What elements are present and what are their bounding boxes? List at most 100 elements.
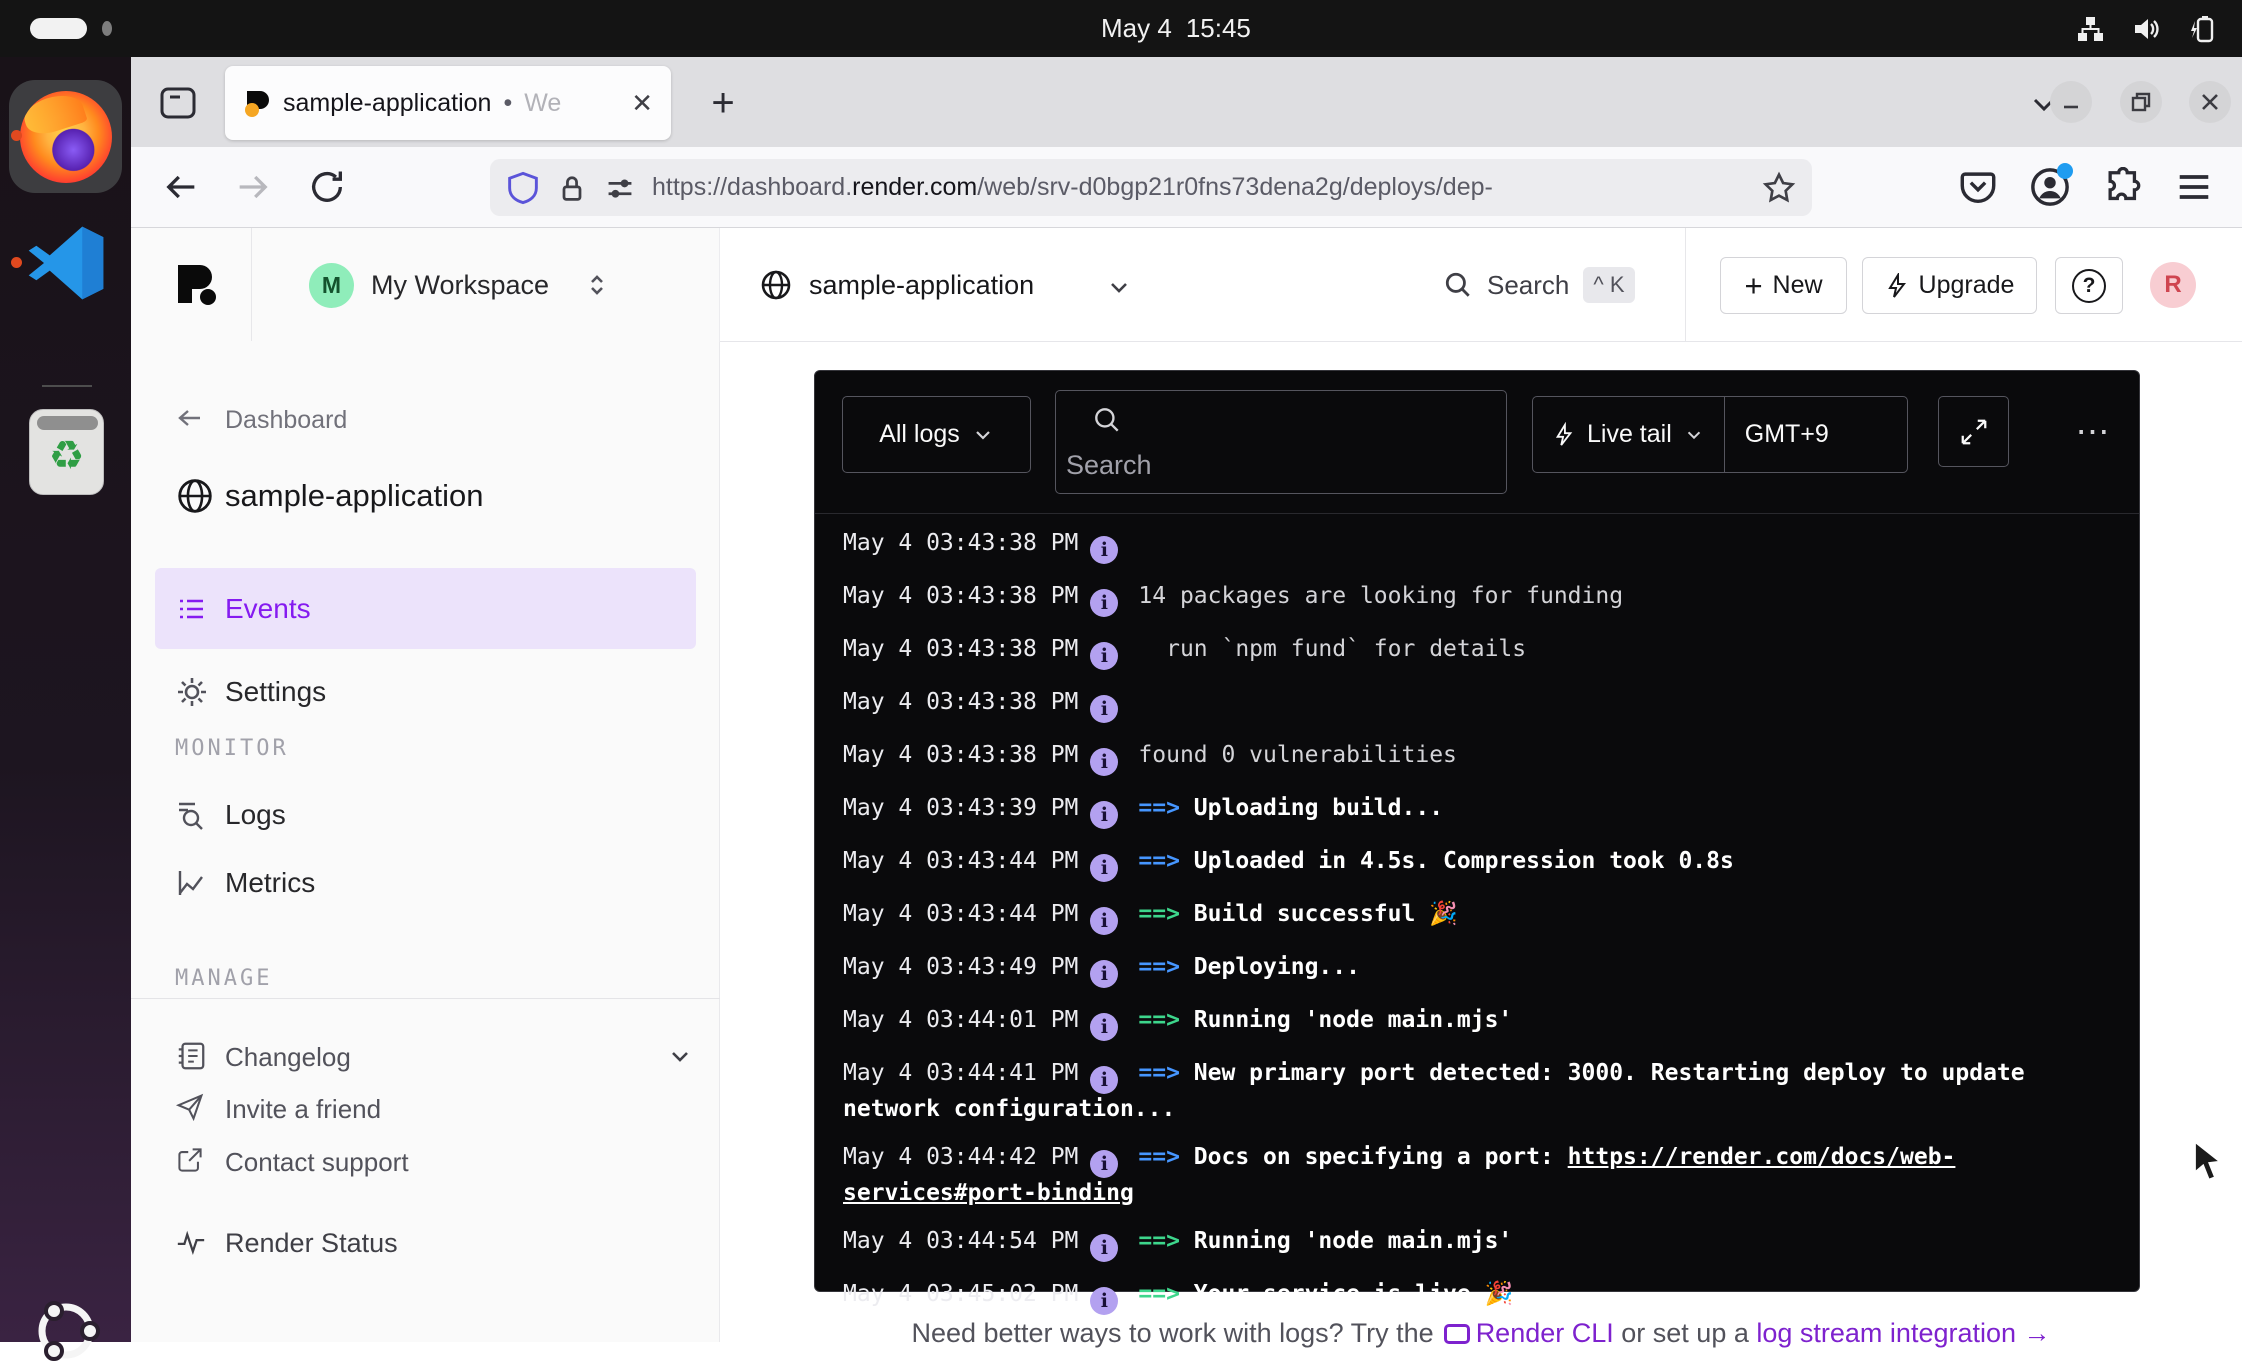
new-tab-button[interactable]: + <box>699 79 747 127</box>
timezone-button[interactable]: GMT+9 <box>1725 397 1849 472</box>
account-notification-dot <box>2057 163 2073 179</box>
settings-label: Settings <box>225 676 326 708</box>
chevron-down-icon <box>1684 425 1704 445</box>
log-timestamp: May 4 03:43:39 PM <box>843 795 1078 821</box>
live-tail-label: Live tail <box>1587 420 1672 449</box>
workspace-switcher-icon[interactable] <box>583 271 611 299</box>
workspace-indicator-dot <box>102 21 112 36</box>
forward-button[interactable] <box>233 167 273 207</box>
window-minimize-button[interactable] <box>2050 81 2092 123</box>
chevron-down-icon[interactable] <box>666 1043 694 1071</box>
log-lines: May 4 03:43:38 PMiMay 4 03:43:38 PMi14 p… <box>843 528 2043 1332</box>
lock-icon[interactable] <box>556 172 588 204</box>
info-icon: i <box>1090 1287 1118 1315</box>
dock-item-vscode[interactable] <box>22 219 110 307</box>
tab-bar: sample-application • We ✕ + <box>131 57 2242 147</box>
service-selector[interactable]: sample-application <box>809 228 1034 342</box>
service-chevron-icon[interactable] <box>1106 275 1132 301</box>
menu-hamburger-icon[interactable] <box>2174 167 2214 207</box>
log-timestamp: May 4 03:43:38 PM <box>843 530 1078 556</box>
log-timestamp: May 4 03:44:01 PM <box>843 1007 1078 1033</box>
firefox-view-button[interactable] <box>157 82 199 124</box>
log-more-menu[interactable]: ⋯ <box>2058 396 2129 467</box>
dock-item-firefox[interactable] <box>9 80 122 193</box>
help-button[interactable]: ? <box>2055 257 2123 314</box>
sidebar-item-render-status[interactable]: Render Status <box>131 1223 720 1263</box>
user-avatar[interactable]: R <box>2150 262 2196 308</box>
bookmark-star-icon[interactable] <box>1762 171 1796 205</box>
tab-close-button[interactable]: ✕ <box>631 88 653 119</box>
log-line: May 4 03:44:01 PMi==> Running 'node main… <box>843 1005 2043 1041</box>
log-timestamp: May 4 03:43:38 PM <box>843 583 1078 609</box>
reload-button[interactable] <box>307 167 347 207</box>
activities-indicator[interactable] <box>30 18 87 39</box>
sidebar-back-dashboard[interactable]: Dashboard <box>131 400 720 440</box>
log-prefix: ==> <box>1138 1060 1193 1086</box>
metrics-label: Metrics <box>225 867 315 899</box>
sidebar-item-logs[interactable]: Logs <box>131 795 720 835</box>
nav-divider-2 <box>1685 228 1686 341</box>
render-logo[interactable] <box>174 261 220 307</box>
render-cli-link[interactable]: Render CLI <box>1476 1318 1614 1348</box>
log-line: May 4 03:43:38 PMi14 packages are lookin… <box>843 581 2043 617</box>
mouse-cursor <box>2188 1138 2232 1186</box>
new-button-label: New <box>1773 271 1823 300</box>
log-timestamp: May 4 03:43:44 PM <box>843 901 1078 927</box>
log-line: May 4 03:43:49 PMi==> Deploying... <box>843 952 2043 988</box>
sidebar-item-support[interactable]: Contact support <box>131 1142 720 1182</box>
log-prefix: ==> <box>1138 1281 1193 1307</box>
info-icon: i <box>1090 589 1118 617</box>
log-timestamp: May 4 03:43:38 PM <box>843 742 1078 768</box>
info-icon: i <box>1090 1013 1118 1041</box>
back-arrow-icon <box>175 403 205 437</box>
sidebar-item-events[interactable]: Events <box>155 568 696 649</box>
metrics-chart-icon <box>175 866 209 900</box>
live-tail-control[interactable]: Live tail GMT+9 <box>1532 396 1908 473</box>
live-tail-dropdown[interactable]: Live tail <box>1533 397 1724 472</box>
account-icon[interactable] <box>2030 167 2070 207</box>
info-icon: i <box>1090 801 1118 829</box>
expand-logs-button[interactable] <box>1938 396 2009 467</box>
system-status-area[interactable] <box>2076 0 2216 57</box>
extensions-puzzle-icon[interactable] <box>2103 167 2143 207</box>
changelog-icon <box>175 1040 209 1074</box>
sidebar-item-invite[interactable]: Invite a friend <box>131 1089 720 1129</box>
url-bar[interactable]: https://dashboard.render.com/web/srv-d0b… <box>490 159 1812 216</box>
log-line: May 4 03:43:38 PMi <box>843 528 2043 564</box>
nav-divider <box>251 228 252 341</box>
back-button[interactable] <box>161 167 201 207</box>
log-search-input[interactable]: Search <box>1055 390 1507 494</box>
dashboard-top-nav: M My Workspace sample-application Search… <box>131 228 2242 342</box>
ubuntu-logo-icon[interactable] <box>28 1293 104 1369</box>
log-panel-header: All logs Search Live tail <box>815 371 2139 514</box>
log-timestamp: May 4 03:44:54 PM <box>843 1228 1078 1254</box>
new-button[interactable]: + New <box>1720 257 1847 314</box>
pocket-icon[interactable] <box>1958 167 1998 207</box>
sidebar-item-changelog[interactable]: Changelog <box>131 1037 720 1077</box>
log-stream-link[interactable]: log stream integration <box>1756 1318 2016 1348</box>
url-domain: render.com <box>852 173 977 201</box>
system-top-bar: May 4 15:45 <box>0 0 2242 57</box>
system-clock[interactable]: May 4 15:45 <box>1101 0 1251 57</box>
clock-time: 15:45 <box>1186 13 1251 44</box>
search-label: Search <box>1487 270 1569 301</box>
log-line: May 4 03:45:02 PMi==> Your service is li… <box>843 1279 2043 1315</box>
workspace-name[interactable]: My Workspace <box>371 228 549 342</box>
window-close-button[interactable] <box>2189 81 2231 123</box>
cli-icon <box>1444 1324 1470 1344</box>
sidebar-item-metrics[interactable]: Metrics <box>131 863 720 903</box>
dock-item-trash[interactable]: ♻ <box>29 409 104 495</box>
tab-sample-application[interactable]: sample-application • We ✕ <box>225 66 671 140</box>
global-search[interactable]: Search ^ K <box>1443 228 1635 342</box>
tracking-shield-icon[interactable] <box>506 171 540 205</box>
log-filter-dropdown[interactable]: All logs <box>842 396 1031 473</box>
site-permissions-icon[interactable] <box>604 172 636 204</box>
arrow-icon: → <box>2024 1318 2051 1348</box>
window-restore-button[interactable] <box>2120 81 2162 123</box>
log-line: May 4 03:44:42 PMi==> Docs on specifying… <box>843 1142 2043 1209</box>
sidebar-item-settings[interactable]: Settings <box>131 672 720 712</box>
url-path: /web/srv-d0bgp21r0fns73dena2g/deploys/de… <box>977 173 1493 201</box>
upgrade-button[interactable]: Upgrade <box>1862 257 2037 314</box>
info-icon: i <box>1090 1150 1118 1178</box>
footer-text-2: or set up a <box>1621 1318 1749 1348</box>
